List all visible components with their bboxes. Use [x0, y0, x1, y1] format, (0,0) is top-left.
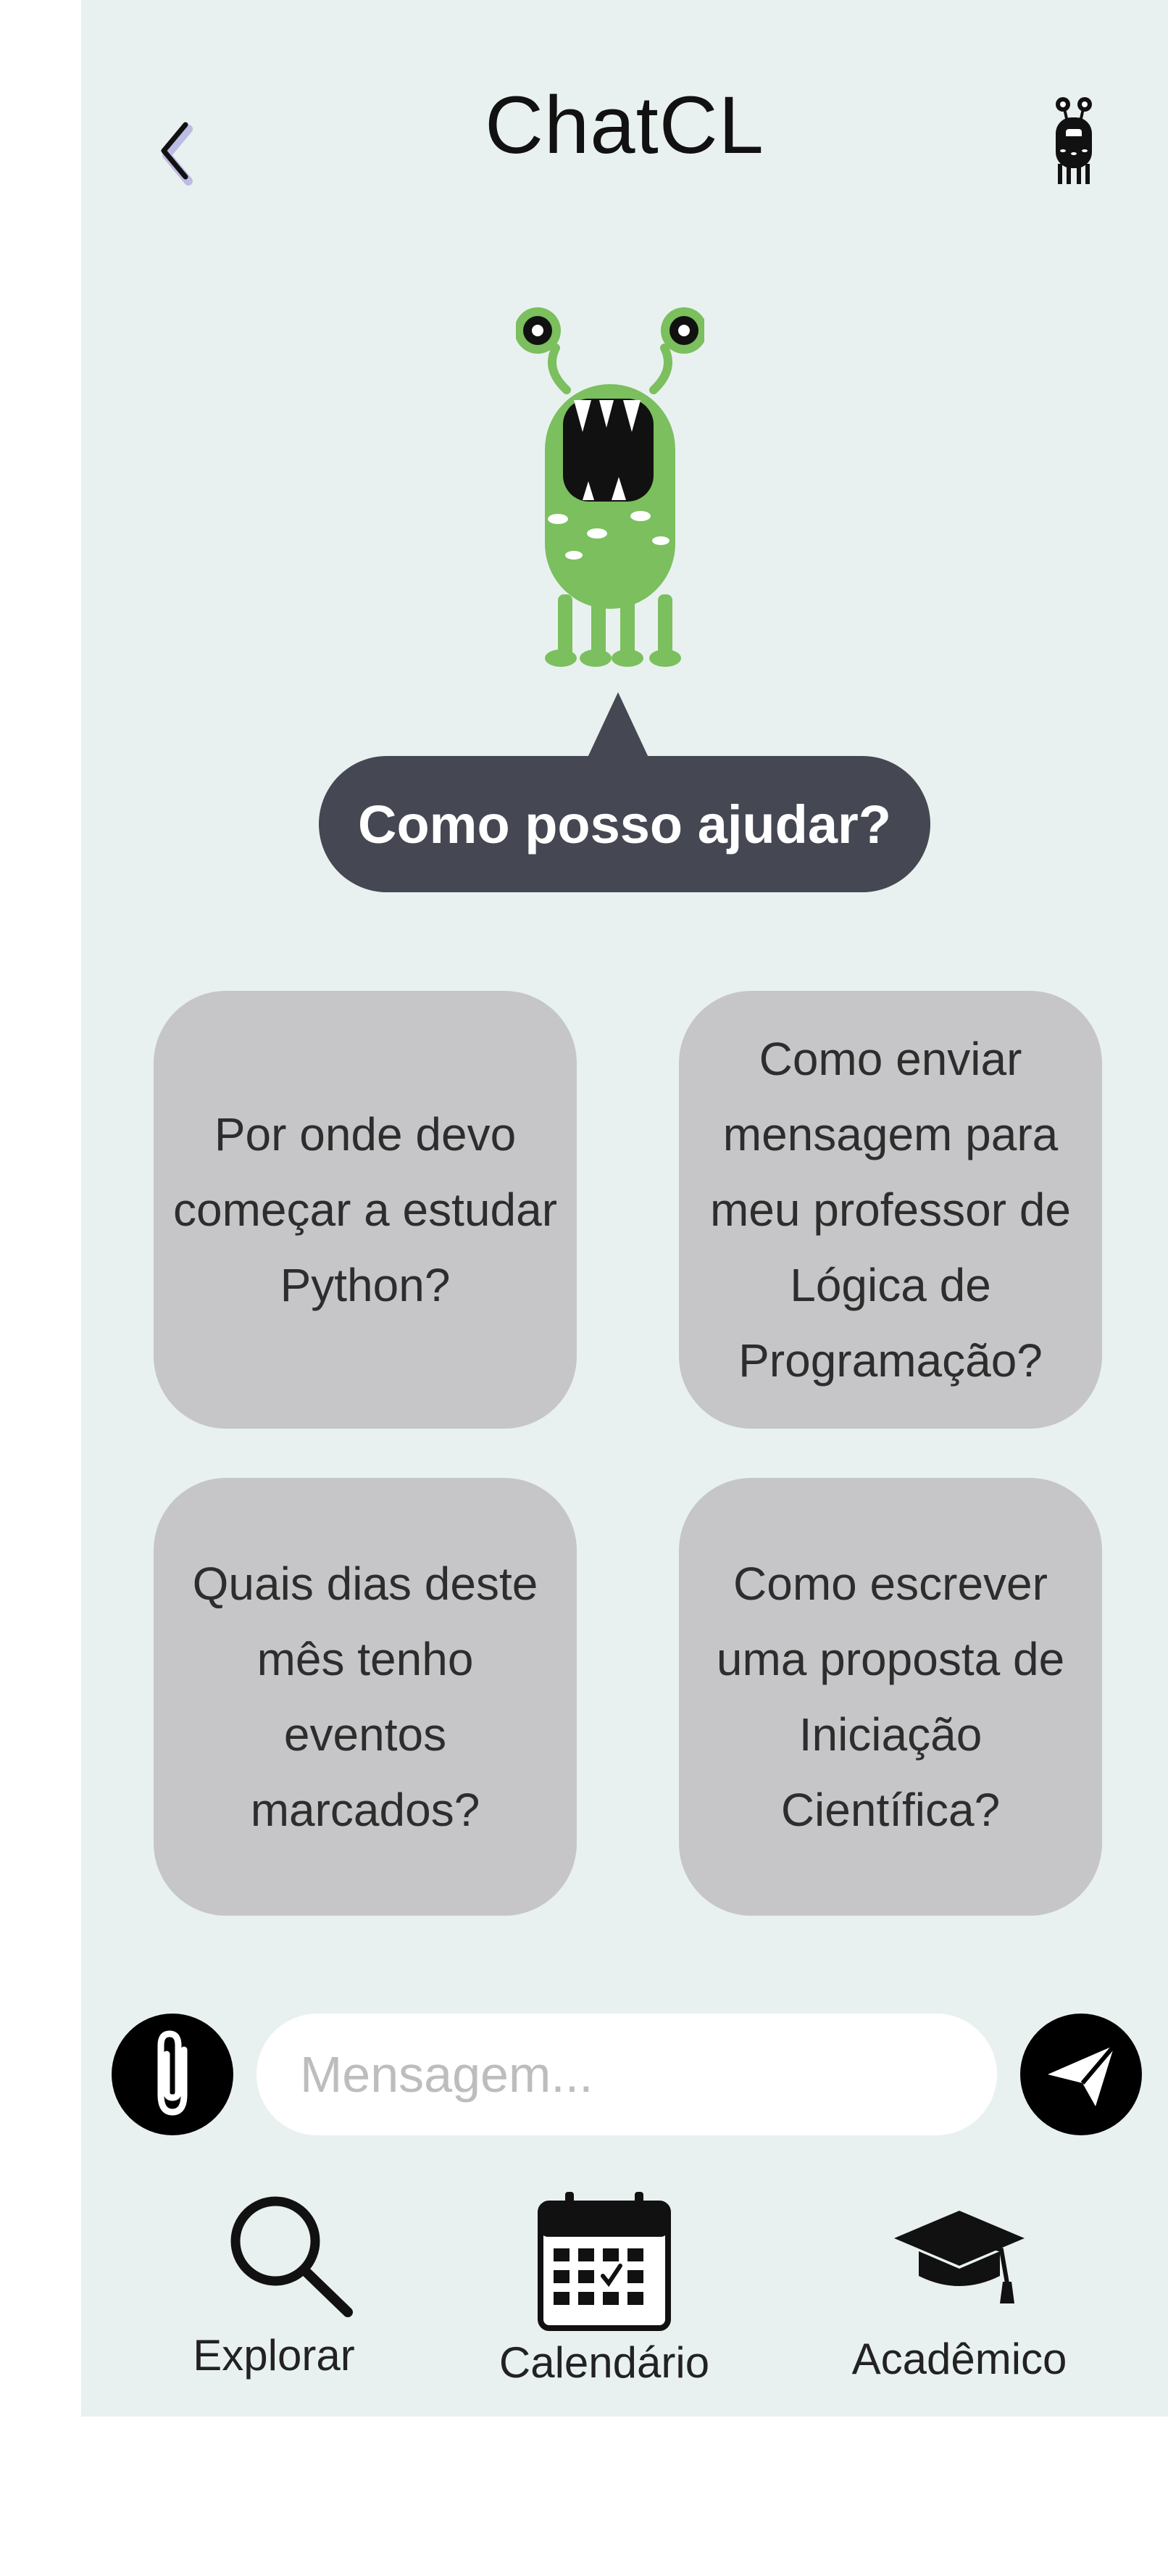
paper-plane-icon [1048, 2044, 1117, 2106]
send-button[interactable] [1020, 2014, 1142, 2135]
suggestion-card[interactable]: Quais dias deste mês tenho eventos marca… [154, 1478, 577, 1916]
nav-item-calendario[interactable]: Calendário [459, 2189, 749, 2406]
nav-label: Explorar [193, 2331, 355, 2380]
app-screen: ChatCL Como posso ajudar? Por onde devo … [81, 0, 1168, 2417]
graduation-cap-icon [894, 2211, 1025, 2303]
back-button[interactable] [148, 94, 235, 196]
mascot-monster-icon [516, 307, 704, 667]
suggestion-card[interactable]: Como escrever uma proposta de Iniciação … [679, 1478, 1102, 1916]
suggestion-card[interactable]: Como enviar mensagem para meu professor … [679, 991, 1102, 1429]
greeting-bubble: Como posso ajudar? [319, 692, 930, 892]
nav-label: Calendário [499, 2338, 710, 2387]
attach-button[interactable] [112, 2014, 233, 2135]
page-title: ChatCL [485, 80, 764, 170]
greeting-text: Como posso ajudar? [319, 756, 930, 892]
nav-item-academico[interactable]: Acadêmico [814, 2189, 1104, 2406]
message-input[interactable] [256, 2014, 997, 2135]
chevron-left-icon [161, 122, 193, 186]
monster-avatar-icon [1056, 97, 1092, 184]
suggestion-card[interactable]: Por onde devo começar a estudar Python? [154, 991, 577, 1429]
calendar-icon [538, 2192, 671, 2331]
nav-label: Acadêmico [851, 2335, 1067, 2383]
nav-item-explorar[interactable]: Explorar [129, 2189, 419, 2406]
paperclip-icon [157, 2030, 188, 2116]
bubble-tail [587, 692, 649, 759]
search-icon [230, 2196, 353, 2317]
